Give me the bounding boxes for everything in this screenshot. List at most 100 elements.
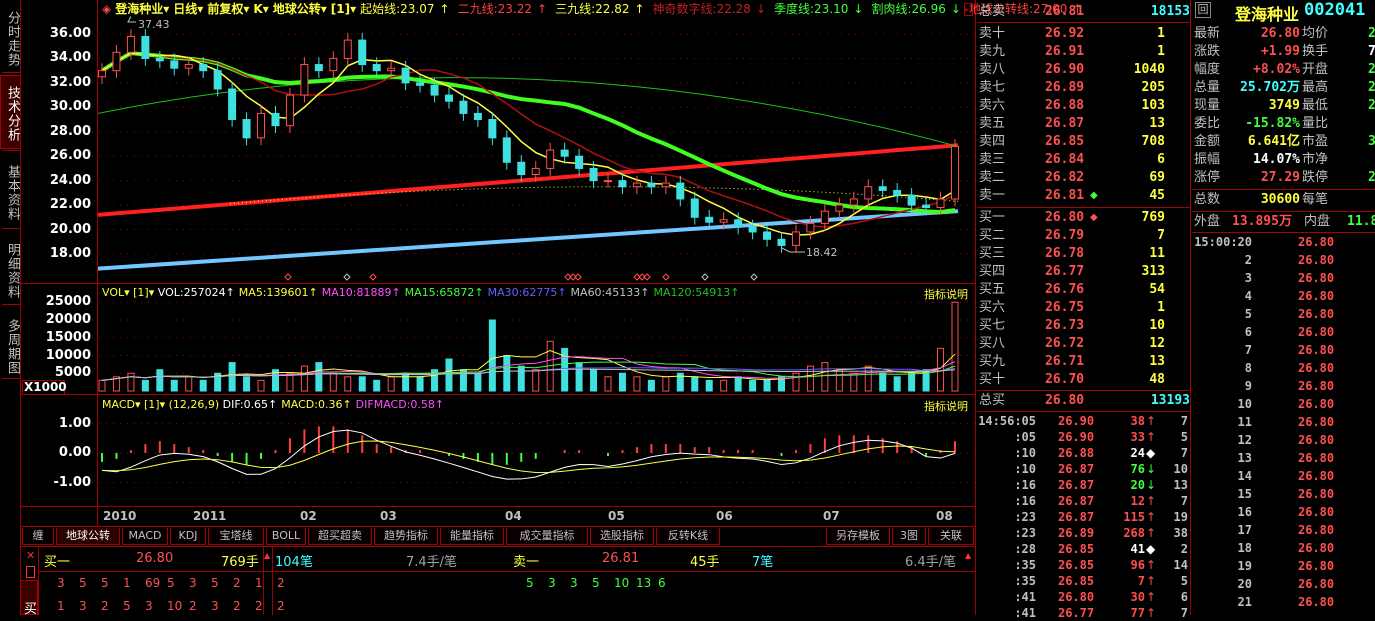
scroll-up-icon[interactable]: ▲ bbox=[264, 551, 270, 560]
quote-value: 2 bbox=[1368, 98, 1375, 113]
tab-10[interactable]: 选股指标 bbox=[590, 528, 654, 545]
volume-bar bbox=[199, 379, 207, 392]
sell-queue-item: 3 bbox=[570, 576, 578, 590]
volume-bar bbox=[792, 372, 800, 392]
chart-canvas[interactable]: 37.43 18.42 bbox=[0, 0, 975, 526]
tab-3[interactable]: KDJ bbox=[170, 528, 206, 545]
volume-bar bbox=[344, 376, 352, 392]
long-ma-line bbox=[97, 77, 959, 147]
tick-price: 26.80 bbox=[1298, 253, 1335, 267]
candle-body bbox=[358, 39, 367, 66]
candle-body bbox=[517, 161, 526, 176]
chart-header-expand-button[interactable]: ▸ bbox=[964, 3, 973, 16]
tab-1[interactable]: 地球公转 bbox=[56, 528, 120, 545]
sell-count: 7笔 bbox=[752, 555, 774, 570]
candle-body bbox=[257, 112, 266, 139]
trend-line-blue bbox=[97, 209, 959, 271]
candle-body bbox=[141, 35, 150, 59]
tick-time: 21 bbox=[1237, 595, 1252, 609]
volume-help-link[interactable]: 指标说明 bbox=[924, 286, 968, 302]
volume-bar bbox=[517, 365, 525, 392]
volume-bar bbox=[590, 369, 598, 392]
buy-queue-item: 3 bbox=[189, 576, 197, 590]
candle-body bbox=[560, 149, 569, 157]
order-volume: 12 bbox=[1149, 336, 1165, 351]
tab-11[interactable]: 反转K线 bbox=[656, 528, 720, 545]
candle-body bbox=[98, 70, 106, 78]
order-price: 26.84 bbox=[1045, 152, 1085, 167]
trade-time: 14:56:05 bbox=[978, 414, 1036, 428]
trade-count: 7 bbox=[1180, 494, 1188, 508]
trade-price: 26.87 bbox=[1058, 494, 1095, 508]
tab-right-2[interactable]: 关联 bbox=[928, 528, 974, 545]
order-label: 买五 bbox=[979, 282, 1006, 297]
trade-time: :05 bbox=[1014, 430, 1036, 444]
arrow-icon: ↑ bbox=[537, 2, 548, 16]
macd-help-link[interactable]: 指标说明 bbox=[924, 398, 968, 414]
quote-label: 涨跌 bbox=[1194, 44, 1221, 59]
candle-body bbox=[416, 82, 425, 86]
volume-bar bbox=[228, 362, 236, 392]
trade-price: 26.77 bbox=[1058, 606, 1095, 620]
quote-window-icon[interactable]: 回 bbox=[1195, 2, 1211, 18]
scroll-up-icon[interactable]: ▲ bbox=[965, 551, 971, 560]
trade-direction-icon: ↓ bbox=[1146, 478, 1157, 492]
tab-5[interactable]: BOLL bbox=[266, 528, 306, 545]
tab-7[interactable]: 趋势指标 bbox=[374, 528, 438, 545]
volume-bar bbox=[156, 369, 164, 392]
tab-2[interactable]: MACD bbox=[122, 528, 168, 545]
volume-bar bbox=[864, 365, 872, 392]
tick-time: 7 bbox=[1244, 343, 1252, 357]
trade-direction-icon: ↑ bbox=[1146, 414, 1157, 428]
tab-9[interactable]: 成交量指标 bbox=[506, 528, 588, 545]
tab-0[interactable]: 缠 bbox=[22, 528, 54, 545]
tab-6[interactable]: 超买超卖 bbox=[308, 528, 372, 545]
quote-value: -15.82% bbox=[1245, 116, 1300, 131]
chart-type-selector[interactable]: K▾ bbox=[253, 2, 268, 16]
adjust-selector[interactable]: 前复权▾ bbox=[207, 2, 249, 16]
volume-bar bbox=[821, 362, 829, 392]
volume-bar bbox=[387, 376, 395, 392]
order-label: 买八 bbox=[979, 336, 1006, 351]
tick-price: 26.80 bbox=[1298, 469, 1335, 483]
order-label: 买六 bbox=[979, 300, 1006, 315]
candle-body bbox=[300, 64, 309, 96]
tick-time: 9 bbox=[1244, 379, 1252, 393]
trade-count: 7 bbox=[1180, 414, 1188, 428]
tab-right-1[interactable]: 3图 bbox=[892, 528, 926, 545]
period-selector[interactable]: 日线▾ bbox=[173, 2, 203, 16]
trade-count: 6 bbox=[1180, 590, 1188, 604]
indicator-selector[interactable]: 地球公转▾ bbox=[273, 2, 327, 16]
volume-bar bbox=[445, 358, 453, 392]
volume-bar bbox=[908, 372, 916, 392]
tick-price: 26.80 bbox=[1298, 379, 1335, 393]
volume-bar bbox=[879, 372, 887, 392]
vol-value: MA10:81889↑ bbox=[321, 286, 401, 299]
order-volume: 13 bbox=[1149, 116, 1165, 131]
buy-queue-item: 2 bbox=[233, 576, 241, 590]
macd-indicator-selector[interactable]: MACD▾ [1]▾ (12,26,9) bbox=[102, 398, 219, 411]
candle-body bbox=[936, 198, 945, 209]
restore-icon[interactable] bbox=[26, 566, 35, 578]
volume-indicator-selector[interactable]: VOL▾ [1]▾ bbox=[102, 286, 154, 299]
quote-value: 27.29 bbox=[1260, 170, 1300, 185]
low-annotation: 18.42 bbox=[806, 246, 838, 259]
param-selector[interactable]: [1]▾ bbox=[331, 2, 356, 16]
order-price: 26.78 bbox=[1045, 246, 1085, 261]
volume-bar bbox=[474, 372, 482, 392]
total-buy-price: 26.80 bbox=[1045, 393, 1085, 408]
vol-value: MA60:45133↑ bbox=[570, 286, 650, 299]
stock-selector[interactable]: 登海种业▾ bbox=[115, 2, 169, 16]
candle-body bbox=[228, 88, 237, 121]
trade-volume: 96 bbox=[1130, 558, 1145, 572]
buy-avg: 7.4手/笔 bbox=[406, 555, 458, 570]
order-volume: 1 bbox=[1157, 44, 1165, 59]
tab-right-0[interactable]: 另存模板 bbox=[826, 528, 890, 545]
buy-queue-item: 3 bbox=[57, 576, 65, 590]
vol-value: MA30:62775↑ bbox=[487, 286, 567, 299]
tab-4[interactable]: 宝塔线 bbox=[208, 528, 264, 545]
order-volume: 7 bbox=[1157, 228, 1165, 243]
close-icon[interactable]: ✕ bbox=[26, 549, 35, 562]
tab-8[interactable]: 能量指标 bbox=[440, 528, 504, 545]
trade-volume: 33 bbox=[1130, 430, 1145, 444]
